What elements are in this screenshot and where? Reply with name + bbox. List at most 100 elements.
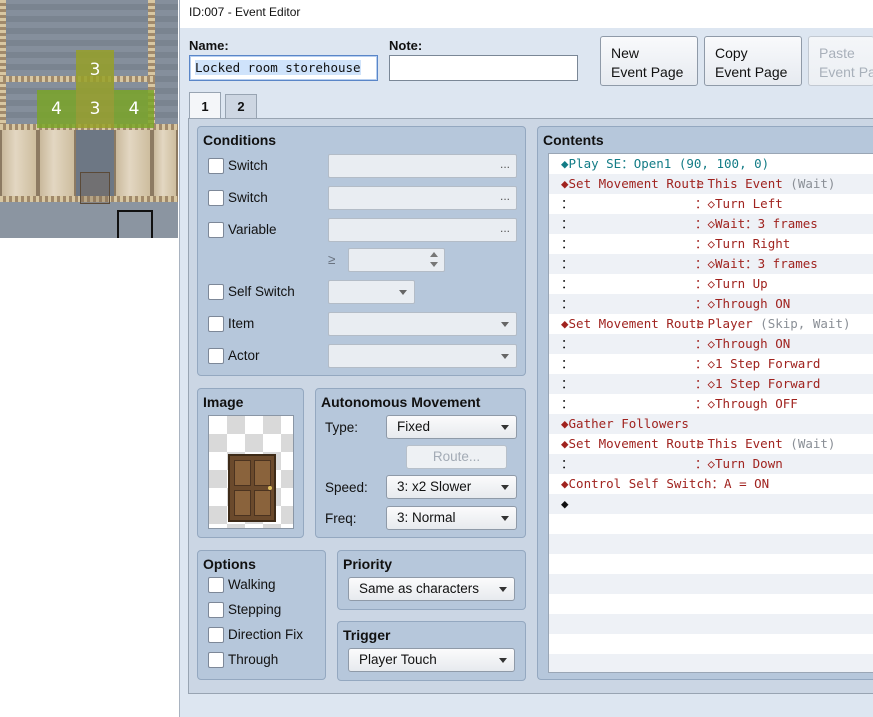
new-event-page-button[interactable]: New Event Page	[600, 36, 698, 86]
variable-label: Variable	[228, 222, 277, 237]
actor-dropdown[interactable]	[328, 344, 517, 368]
item-checkbox[interactable]	[208, 316, 224, 332]
command-row[interactable]: ◆Gather Followers	[549, 414, 873, 434]
command-text: ◆Set Movement Route	[561, 176, 704, 191]
chevron-down-icon	[501, 485, 509, 490]
move-type-dropdown[interactable]: Fixed	[386, 415, 517, 439]
priority-dropdown[interactable]: Same as characters	[348, 577, 515, 601]
paste-event-page-button[interactable]: Paste Event Pa	[808, 36, 873, 86]
command-text: ◆Set Movement Route	[561, 316, 704, 331]
variable-selector[interactable]: ...	[328, 218, 517, 242]
move-freq-dropdown[interactable]: 3: Normal	[386, 506, 517, 530]
trigger-value: Player Touch	[359, 652, 437, 667]
command-row[interactable]: ： ：◇Turn Up	[549, 274, 873, 294]
switch2-checkbox[interactable]	[208, 190, 224, 206]
move-speed-dropdown[interactable]: 3: x2 Slower	[386, 475, 517, 499]
command-detail: ：◇Turn Up	[695, 276, 768, 291]
contents-rows: ◆Play SE：Open1 (90, 100, 0) ◆Set Movement…	[549, 154, 873, 672]
command-row[interactable]: ： ：◇Wait：3 frames	[549, 214, 873, 234]
command-row[interactable]: ◆Set Movement Route ：This Event (Wait)	[549, 174, 873, 194]
door-graphic-icon	[228, 454, 276, 522]
command-detail: ：Player (Skip, Wait)	[695, 316, 851, 331]
name-field[interactable]: Locked room storehouse	[189, 55, 378, 81]
command-row[interactable]	[549, 574, 873, 594]
actor-label: Actor	[228, 348, 260, 363]
through-checkbox[interactable]	[208, 652, 224, 668]
map-panel-wall	[114, 130, 152, 200]
options-title: Options	[203, 556, 256, 572]
command-text: ：	[561, 216, 574, 231]
command-row[interactable]: ◆Control Self Switch：A = ON	[549, 474, 873, 494]
command-row[interactable]: ： ：◇Through ON	[549, 334, 873, 354]
command-row[interactable]	[549, 654, 873, 672]
command-row[interactable]: ： ：◇1 Step Forward	[549, 374, 873, 394]
command-row[interactable]	[549, 634, 873, 654]
command-detail: ：◇Wait：3 frames	[695, 256, 818, 271]
variable-value-spinner[interactable]	[348, 248, 445, 272]
move-speed-label: Speed:	[325, 480, 368, 495]
command-text: ：	[561, 276, 574, 291]
switch1-checkbox[interactable]	[208, 158, 224, 174]
stepping-checkbox[interactable]	[208, 602, 224, 618]
move-freq-value: 3: Normal	[397, 510, 456, 525]
stepping-label: Stepping	[228, 602, 282, 617]
direction-fix-checkbox[interactable]	[208, 627, 224, 643]
map-tile-label: 3	[89, 99, 101, 119]
trigger-title: Trigger	[343, 627, 391, 643]
spinner-down-icon[interactable]	[430, 262, 438, 267]
tab-page-2[interactable]: 2	[225, 94, 257, 118]
switch1-selector[interactable]: ...	[328, 154, 517, 178]
spinner-up-icon[interactable]	[430, 252, 438, 257]
command-row[interactable]: ◆Set Movement Route ：Player (Skip, Wait)	[549, 314, 873, 334]
command-row[interactable]: ◆	[549, 494, 873, 514]
copy-event-page-button[interactable]: Copy Event Page	[704, 36, 802, 86]
command-text: ：	[561, 376, 574, 391]
trigger-dropdown[interactable]: Player Touch	[348, 648, 515, 672]
command-row[interactable]: ◆Set Movement Route ：This Event (Wait)	[549, 434, 873, 454]
image-group: Image	[197, 388, 304, 538]
command-row[interactable]	[549, 534, 873, 554]
trigger-group: Trigger Player Touch	[337, 621, 526, 681]
event-image-preview[interactable]	[208, 415, 294, 529]
item-dropdown[interactable]	[328, 312, 517, 336]
command-row[interactable]: ： ：◇Through ON	[549, 294, 873, 314]
command-row[interactable]	[549, 614, 873, 634]
command-row[interactable]: ◆Play SE：Open1 (90, 100, 0)	[549, 154, 873, 174]
move-speed-value: 3: x2 Slower	[397, 479, 472, 494]
command-row[interactable]	[549, 554, 873, 574]
command-row[interactable]: ： ：◇Through OFF	[549, 394, 873, 414]
self-switch-dropdown[interactable]	[328, 280, 415, 304]
contents-group: Contents ◆Play SE：Open1 (90, 100, 0) ◆Set…	[537, 126, 873, 680]
command-row[interactable]: ： ：◇Turn Down	[549, 454, 873, 474]
command-row[interactable]: ： ：◇Turn Left	[549, 194, 873, 214]
command-row[interactable]: ： ：◇Turn Right	[549, 234, 873, 254]
actor-checkbox[interactable]	[208, 348, 224, 364]
variable-checkbox[interactable]	[208, 222, 224, 238]
switch2-selector[interactable]: ...	[328, 186, 517, 210]
route-button[interactable]: Route...	[406, 445, 507, 469]
self-switch-checkbox[interactable]	[208, 284, 224, 300]
variable-ge-symbol: ≥	[328, 252, 336, 267]
map-door-event[interactable]	[80, 172, 110, 204]
command-row[interactable]	[549, 594, 873, 614]
note-label: Note:	[389, 38, 423, 53]
note-field[interactable]	[389, 55, 578, 81]
map-route-tile-center: 3	[76, 90, 114, 128]
contents-list[interactable]: ◆Play SE：Open1 (90, 100, 0) ◆Set Movement…	[548, 153, 873, 673]
switch1-label: Switch	[228, 158, 268, 173]
map-tile-label: 4	[51, 99, 62, 119]
command-row[interactable]	[549, 514, 873, 534]
map-preview: 3 4 3 4	[0, 0, 178, 238]
command-text: ：	[561, 196, 574, 211]
command-row[interactable]: ： ：◇Wait：3 frames	[549, 254, 873, 274]
tab-page-1[interactable]: 1	[189, 92, 221, 119]
paste-event-page-line1: Paste	[819, 45, 855, 61]
options-group: Options Walking Stepping Direction Fix T…	[197, 550, 326, 680]
command-row[interactable]: ： ：◇1 Step Forward	[549, 354, 873, 374]
command-text: ：	[561, 356, 574, 371]
variable-dots: ...	[499, 221, 510, 235]
command-text: ◆Play SE：Open1 (90, 100, 0)	[561, 156, 770, 171]
name-field-value: Locked room storehouse	[195, 60, 361, 75]
walking-checkbox[interactable]	[208, 577, 224, 593]
command-text: ：	[561, 396, 574, 411]
